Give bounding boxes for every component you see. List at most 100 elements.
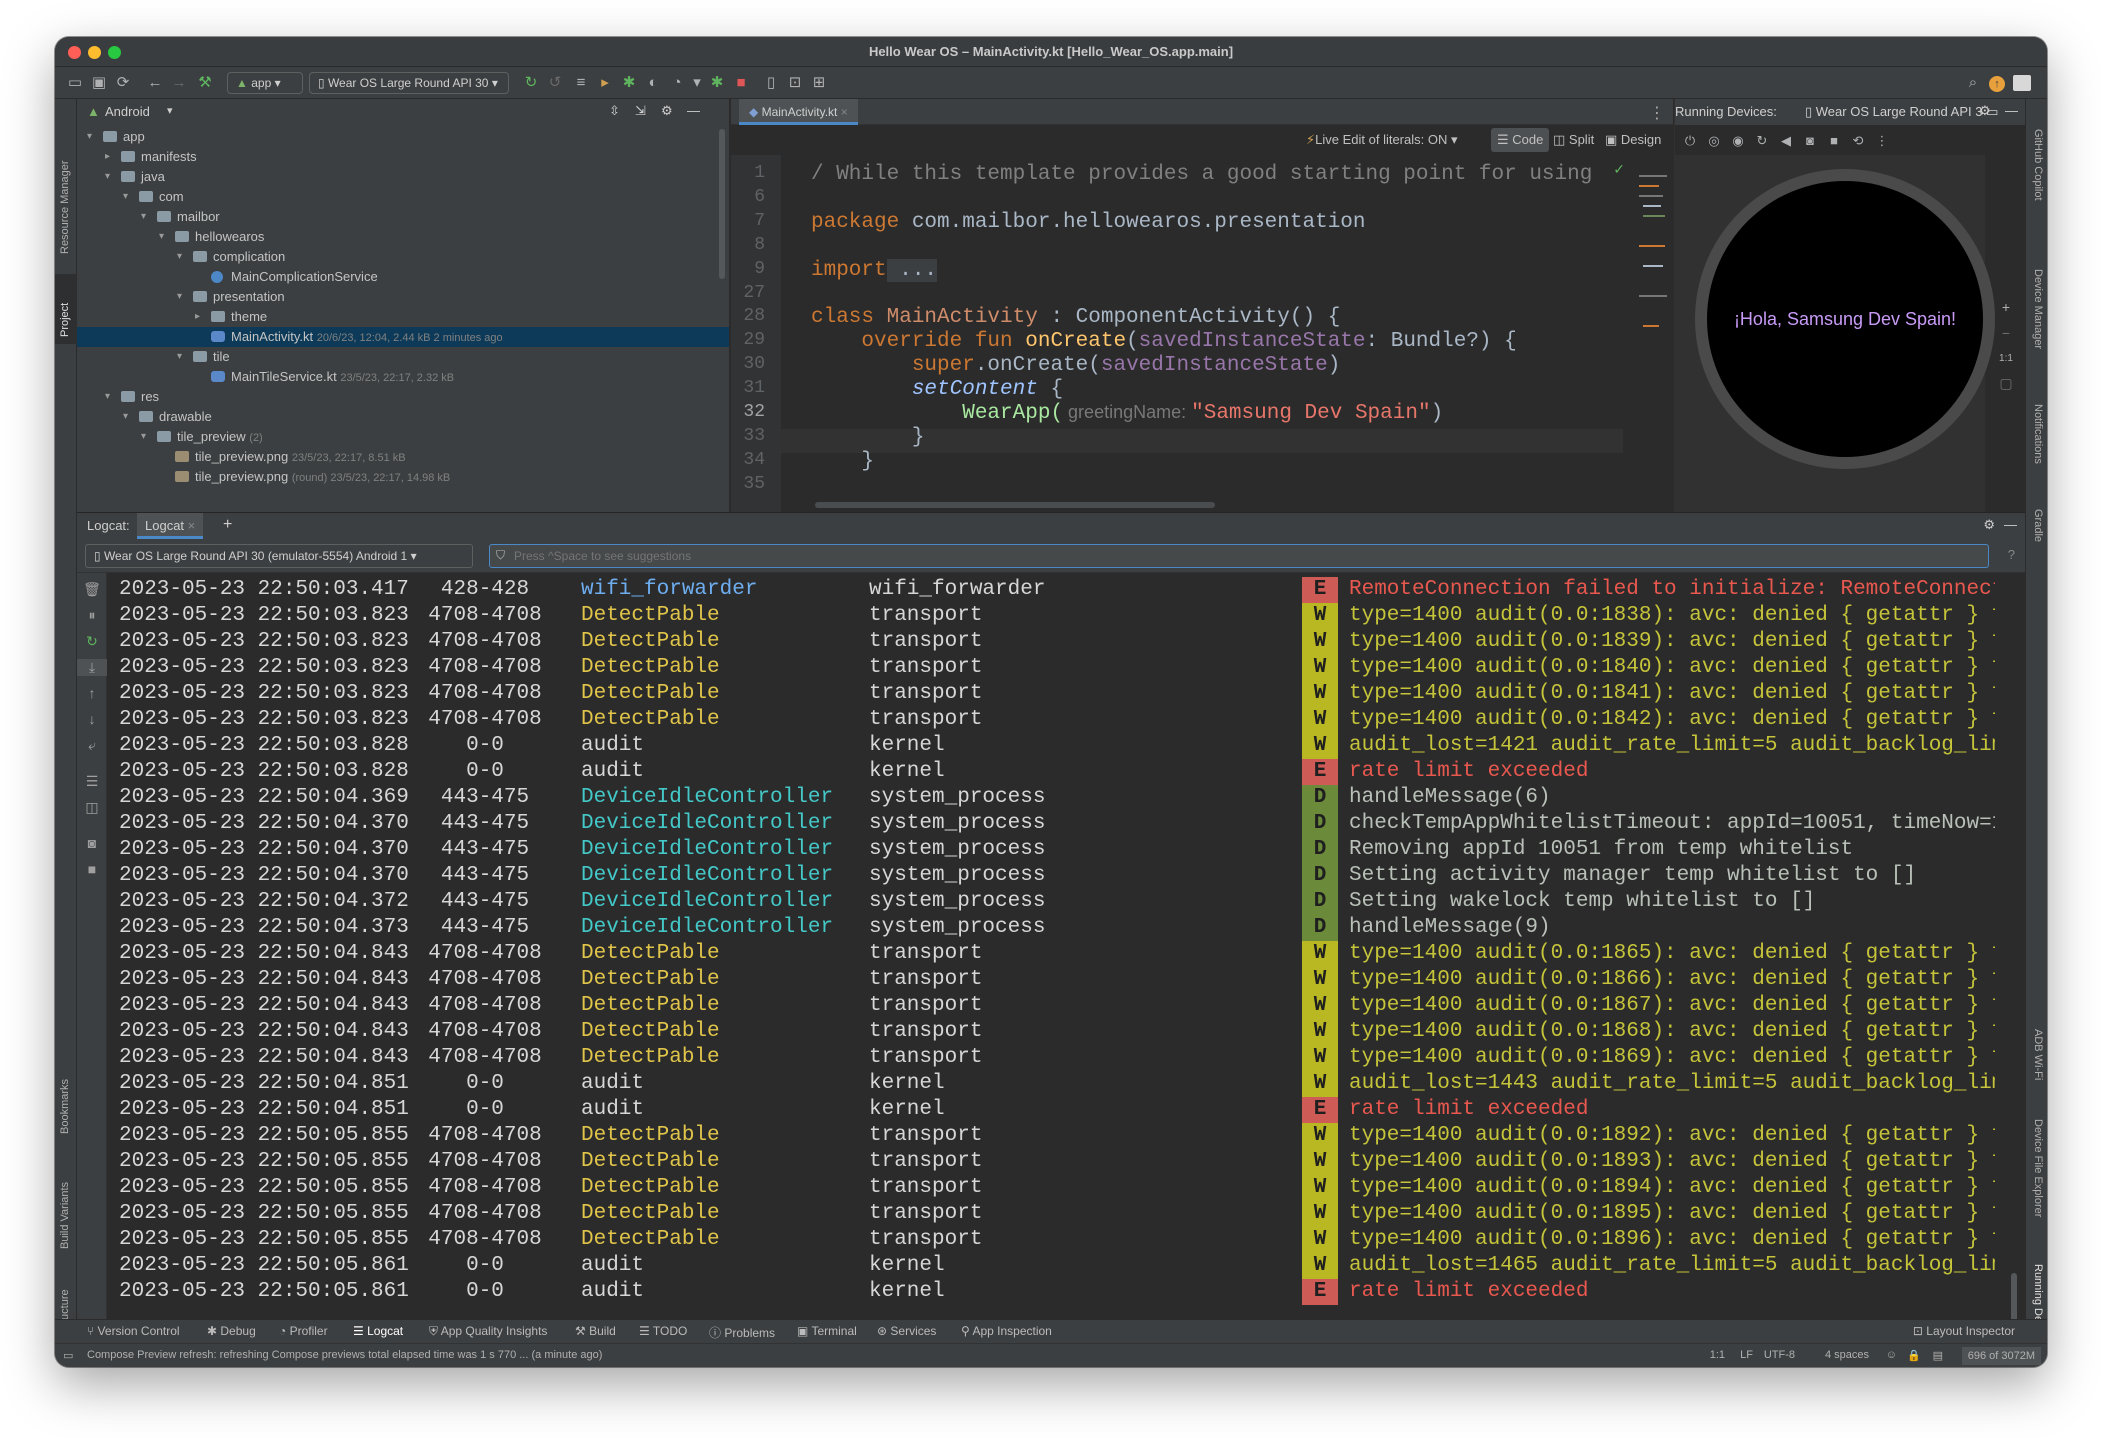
chevron-down-icon[interactable]: ▾ — [141, 427, 146, 447]
editor-hscroll[interactable] — [815, 502, 1215, 508]
log-row[interactable]: 2023-05-23 22:50:04.369 443-475 DeviceIdle… — [107, 785, 1995, 811]
avd-icon[interactable]: ⊞ — [809, 73, 829, 93]
make-project-icon[interactable]: ⚒ — [195, 73, 215, 93]
tree-item[interactable]: MainActivity.kt 20/6/23, 12:04, 2.44 kB … — [77, 327, 729, 347]
tool-tab-bookmarks[interactable]: Bookmarks — [59, 1079, 71, 1134]
format-options-icon[interactable]: ☰ — [77, 773, 107, 790]
status-icon[interactable]: ▭ — [63, 1349, 73, 1362]
log-row[interactable]: 2023-05-23 22:50:05.855 4708-4708 DetectPa… — [107, 1123, 1995, 1149]
tool-tab-project[interactable]: Project — [59, 303, 71, 337]
tree-item[interactable]: ▾ hellowearos — [77, 227, 729, 247]
logcat-device-selector[interactable]: ▯ Wear OS Large Round API 30 (emulator-5… — [85, 544, 473, 568]
editor-tab-mainactivity[interactable]: ◆ MainActivity.kt × — [739, 99, 858, 125]
logcat-output[interactable]: 2023-05-23 22:50:03.417 428-428 wifi_forwa… — [107, 573, 1995, 1354]
chevron-down-icon[interactable]: ▾ — [177, 247, 182, 267]
log-row[interactable]: 2023-05-23 22:50:05.855 4708-4708 DetectPa… — [107, 1175, 1995, 1201]
log-row[interactable]: 2023-05-23 22:50:04.843 4708-4708 DetectPa… — [107, 941, 1995, 967]
folded-imports[interactable]: ... — [886, 259, 938, 282]
tool-tab-profiler[interactable]: ◔ Profiler — [279, 1324, 328, 1338]
log-row[interactable]: 2023-05-23 22:50:03.823 4708-4708 DetectPa… — [107, 707, 1995, 733]
indent-setting[interactable]: 4 spaces — [1825, 1349, 1869, 1361]
tree-item[interactable]: ▸ theme — [77, 307, 729, 327]
apply-changes-icon[interactable]: ↻ — [521, 73, 541, 93]
log-row[interactable]: 2023-05-23 22:50:03.828 0-0 audit kernel Wau… — [107, 733, 1995, 759]
tree-item[interactable]: ▾ tile_preview (2) — [77, 427, 729, 447]
tool-tab-app-inspection[interactable]: ⚲ App Inspection — [961, 1324, 1052, 1338]
split-mode-button[interactable]: ◫ Split — [1553, 132, 1594, 148]
settings-gear-icon[interactable]: ⚙ — [1983, 517, 1995, 533]
volume-up-icon[interactable]: ◎ — [1705, 131, 1723, 151]
chevron-down-icon[interactable]: ▾ — [177, 287, 182, 307]
tool-tab-build-variants[interactable]: Build Variants — [59, 1182, 71, 1249]
project-scrollbar[interactable] — [719, 129, 725, 279]
expand-all-icon[interactable]: ⇳ — [609, 103, 620, 119]
zoom-out-icon[interactable]: − — [1995, 325, 2017, 341]
updates-icon[interactable]: ↑ — [1989, 76, 2005, 92]
log-row[interactable]: 2023-05-23 22:50:03.823 4708-4708 DetectPa… — [107, 603, 1995, 629]
log-row[interactable]: 2023-05-23 22:50:05.855 4708-4708 DetectPa… — [107, 1227, 1995, 1253]
hide-panel-icon[interactable]: — — [2004, 517, 2017, 532]
scroll-to-end-icon[interactable]: ⤓ — [77, 659, 107, 676]
account-icon[interactable] — [2013, 75, 2031, 91]
tool-tab-services[interactable]: ⊛ Services — [877, 1324, 936, 1338]
logcat-tab[interactable]: Logcat × — [137, 513, 204, 539]
log-row[interactable]: 2023-05-23 22:50:04.843 4708-4708 DetectPa… — [107, 1045, 1995, 1071]
log-row[interactable]: 2023-05-23 22:50:05.861 0-0 audit kernel Wau… — [107, 1253, 1995, 1279]
tree-item[interactable]: ▾ presentation — [77, 287, 729, 307]
chevron-right-icon[interactable]: ▸ — [105, 147, 110, 167]
search-icon[interactable]: ⌕ — [1963, 73, 1983, 93]
device-manager-icon[interactable]: ▯ — [761, 73, 781, 93]
zoom-fit-icon[interactable]: ▢ — [1995, 375, 2017, 392]
log-row[interactable]: 2023-05-23 22:50:04.370 443-475 DeviceIdle… — [107, 837, 1995, 863]
rotate-icon[interactable]: ↻ — [1753, 131, 1771, 151]
tree-item[interactable]: ▾ drawable — [77, 407, 729, 427]
run-tests-icon[interactable]: ≡ — [571, 73, 591, 93]
log-row[interactable]: 2023-05-23 22:50:03.823 4708-4708 DetectPa… — [107, 681, 1995, 707]
log-row[interactable]: 2023-05-23 22:50:04.851 0-0 audit kernel Era… — [107, 1097, 1995, 1123]
status-message[interactable]: Compose Preview refresh: refreshing Comp… — [87, 1349, 602, 1361]
log-row[interactable]: 2023-05-23 22:50:03.828 0-0 audit kernel Era… — [107, 759, 1995, 785]
log-row[interactable]: 2023-05-23 22:50:05.855 4708-4708 DetectPa… — [107, 1201, 1995, 1227]
code-minimap[interactable] — [1633, 155, 1673, 355]
tool-tab-gradle[interactable]: Gradle — [2032, 509, 2044, 542]
open-folder-icon[interactable]: ▭ — [65, 73, 85, 93]
log-row[interactable]: 2023-05-23 22:50:04.370 443-475 DeviceIdle… — [107, 811, 1995, 837]
profile-icon[interactable]: ◔ — [667, 73, 687, 93]
log-row[interactable]: 2023-05-23 22:50:03.823 4708-4708 DetectPa… — [107, 655, 1995, 681]
tool-tab-version-control[interactable]: ⑂ Version Control — [87, 1324, 180, 1338]
log-row[interactable]: 2023-05-23 22:50:04.370 443-475 DeviceIdle… — [107, 863, 1995, 889]
next-occurrence-icon[interactable]: ↓ — [77, 711, 107, 727]
log-row[interactable]: 2023-05-23 22:50:04.843 4708-4708 DetectPa… — [107, 967, 1995, 993]
collapse-all-icon[interactable]: ⇲ — [635, 103, 646, 119]
log-row[interactable]: 2023-05-23 22:50:04.843 4708-4708 DetectPa… — [107, 993, 1995, 1019]
chevron-down-icon[interactable]: ▾ — [167, 104, 173, 117]
volume-down-icon[interactable]: ◉ — [1729, 131, 1747, 151]
tree-item[interactable]: ▾ complication — [77, 247, 729, 267]
restart-logcat-icon[interactable]: ↻ — [77, 633, 107, 650]
attach-debugger-icon[interactable]: ▾ — [687, 73, 707, 93]
more-tabs-icon[interactable]: ⋮ — [1649, 103, 1665, 123]
screen-record-icon[interactable]: ■ — [1825, 131, 1843, 151]
debug-icon[interactable]: ✱ — [619, 73, 639, 93]
tool-tab-notifications[interactable]: Notifications — [2032, 404, 2044, 464]
back-icon[interactable]: ← — [145, 73, 165, 93]
pause-icon[interactable]: ⏸ — [77, 607, 107, 624]
chevron-right-icon[interactable]: ▸ — [195, 307, 200, 327]
sync-icon[interactable]: ⟳ — [113, 73, 133, 93]
chevron-down-icon[interactable]: ▾ — [177, 347, 182, 367]
close-tab-icon[interactable]: × — [188, 518, 196, 533]
help-icon[interactable]: ? — [2008, 547, 2015, 562]
log-row[interactable]: 2023-05-23 22:50:04.843 4708-4708 DetectPa… — [107, 1019, 1995, 1045]
hide-panel-icon[interactable]: — — [2005, 103, 2018, 118]
tree-item[interactable]: ▾ mailbor — [77, 207, 729, 227]
tree-item[interactable]: ▾ com — [77, 187, 729, 207]
live-edit-toggle[interactable]: ⚡Live Edit of literals: ON ▾ — [1306, 132, 1458, 148]
tool-tab-adb-wifi[interactable]: ADB Wi-Fi — [2032, 1029, 2044, 1080]
log-row[interactable]: 2023-05-23 22:50:04.373 443-475 DeviceIdle… — [107, 915, 1995, 941]
settings-gear-icon[interactable]: ⚙ — [661, 103, 673, 119]
tree-item[interactable]: MainComplicationService — [77, 267, 729, 287]
screenshot-icon[interactable]: ◙ — [1801, 131, 1819, 151]
tree-item[interactable]: ▾ java — [77, 167, 729, 187]
back-button-icon[interactable]: ◀ — [1777, 131, 1795, 151]
split-panels-icon[interactable]: ◫ — [77, 799, 107, 816]
